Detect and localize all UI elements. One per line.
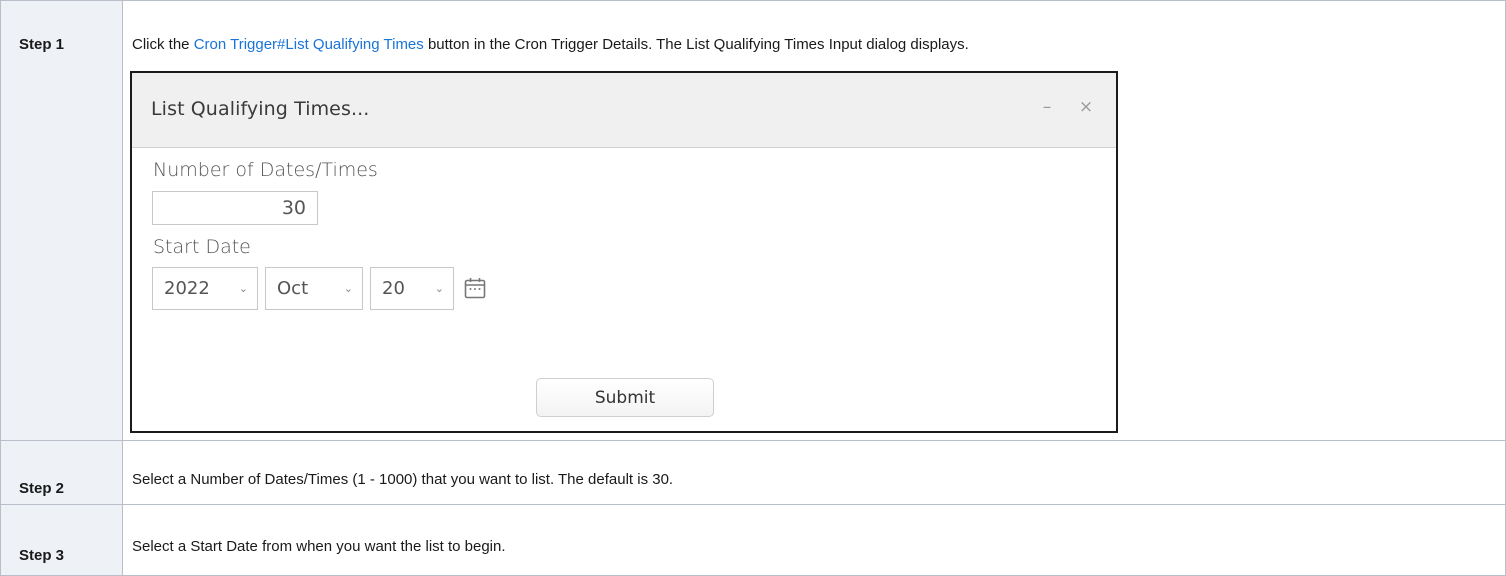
chevron-down-icon: ⌄ — [343, 282, 353, 295]
day-value: 20 — [382, 278, 405, 299]
step-instruction: Select a Start Date from when you want t… — [122, 504, 1506, 576]
step-label: Step 1 — [0, 0, 123, 441]
number-of-dates-label: Number of Dates/Times — [153, 159, 378, 181]
step-text-before: Click the — [132, 36, 194, 53]
calendar-icon[interactable] — [463, 276, 487, 304]
dialog-title: List Qualifying Times... — [151, 98, 370, 120]
list-qualifying-times-dialog: List Qualifying Times... – × Number of D… — [130, 71, 1118, 433]
minimize-icon[interactable]: – — [1035, 95, 1059, 119]
step-label: Step 2 — [0, 440, 123, 505]
list-qualifying-times-link[interactable]: Cron Trigger#List Qualifying Times — [194, 36, 424, 53]
dialog-titlebar: List Qualifying Times... – × — [132, 73, 1116, 148]
number-of-dates-input[interactable] — [152, 191, 318, 225]
step-text-after: button in the Cron Trigger Details. The … — [423, 36, 969, 53]
start-date-label: Start Date — [153, 236, 251, 258]
step-instruction: Select a Number of Dates/Times (1 - 1000… — [122, 440, 1506, 505]
step-row: Step 3 Select a Start Date from when you… — [0, 504, 1506, 576]
submit-button[interactable]: Submit — [536, 378, 714, 417]
year-value: 2022 — [164, 278, 210, 299]
step-row: Step 2 Select a Number of Dates/Times (1… — [0, 440, 1506, 505]
month-value: Oct — [277, 278, 309, 299]
month-select[interactable]: Oct ⌄ — [265, 267, 363, 310]
step-1-text: Click the Cron Trigger#List Qualifying T… — [132, 36, 1505, 54]
day-select[interactable]: 20 ⌄ — [370, 267, 454, 310]
step-label: Step 3 — [0, 504, 123, 576]
chevron-down-icon: ⌄ — [434, 282, 444, 295]
close-icon[interactable]: × — [1074, 95, 1098, 119]
chevron-down-icon: ⌄ — [238, 282, 248, 295]
year-select[interactable]: 2022 ⌄ — [152, 267, 258, 310]
